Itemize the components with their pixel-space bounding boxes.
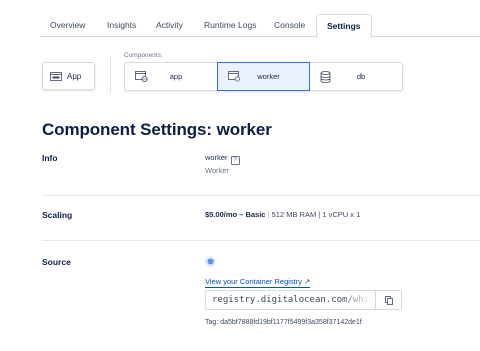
container-registry-link[interactable]: View your Container Registry ↗ [205,277,311,288]
help-icon[interactable]: ? [230,156,240,165]
scaling-price: $5.00/mo – Basic [205,210,266,219]
copy-button[interactable] [375,291,401,309]
components-label: Components: [124,52,163,59]
tab-activity[interactable]: Activity [156,14,183,37]
app-button[interactable]: App [42,62,95,90]
component-worker-label: worker [257,72,280,81]
tab-insights[interactable]: Insights [107,14,136,37]
source-label: Source [42,257,71,267]
info-label: Info [42,153,58,163]
component-switcher: app worker db [124,62,403,91]
component-worker[interactable]: worker [217,62,310,91]
scaling-label: Scaling [42,210,73,220]
section-divider [42,240,480,241]
component-name: worker [205,153,228,162]
component-db[interactable]: db [310,63,402,90]
tab-overview[interactable]: Overview [50,14,85,37]
info-description: Worker [205,166,230,175]
tag-value: da5bf7888fd19bf1177f5499f3a358f37142de1f [220,319,362,326]
component-app-label: app [169,72,183,81]
window-icon [50,71,62,81]
component-db-label: db [356,72,366,81]
scaling-spec: 512 MB RAM | 1 vCPU [271,210,349,219]
image-tag: Tag: da5bf7888fd19bf1177f5499f3a358f3714… [205,319,362,326]
image-value: registry.digitalocean.com/whiskeydemo [212,295,372,305]
section-divider [42,195,480,196]
tab-bar: Overview Insights Activity Runtime Logs … [40,14,480,38]
page-title: Component Settings: worker [42,120,272,139]
info-name: worker? [205,153,240,165]
app-button-label: App [67,71,82,81]
tag-label: Tag: [205,319,219,326]
component-app[interactable]: app [125,63,217,90]
scaling-count: x 1 [350,210,361,219]
copy-icon [384,295,393,305]
scaling-details: $5.00/mo – Basic | 512 MB RAM | 1 vCPU x… [205,210,361,219]
image-field[interactable]: registry.digitalocean.com/whiskeydemo [205,290,402,310]
tab-runtime-logs[interactable]: Runtime Logs [204,14,256,37]
tab-settings[interactable]: Settings [316,14,372,38]
divider [110,56,111,94]
container-registry-icon [205,256,216,267]
tab-console[interactable]: Console [274,14,305,37]
